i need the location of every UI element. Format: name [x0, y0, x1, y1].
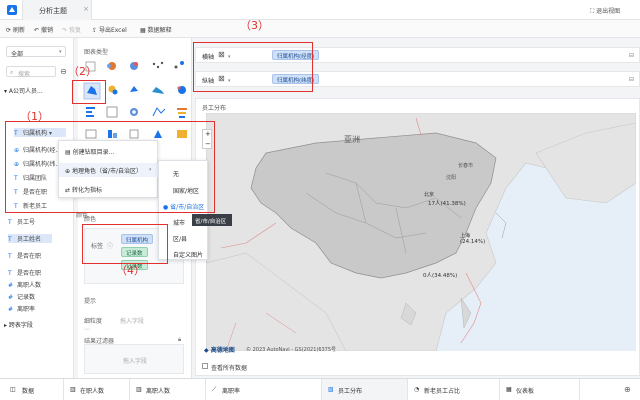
field-item-selected[interactable]: T 员工姓名 [8, 234, 52, 243]
map-icon: ▧ [328, 386, 334, 393]
field-item[interactable]: # 记录数 [8, 292, 35, 301]
map-provider-icon: ◆ [204, 347, 209, 354]
measure-type-icon: # [8, 282, 14, 289]
app-logo-icon [7, 5, 17, 15]
search-icon: ⌕ [10, 69, 14, 76]
view-all-data-label: 查看所有数据 [211, 365, 248, 372]
data-value-south: 0人(34.48%) [423, 273, 458, 279]
redo-button[interactable]: ↷ 恢复 [62, 25, 81, 34]
annotation-box-3 [193, 42, 313, 92]
field-item[interactable]: # 离职率 [8, 304, 35, 313]
annotation-box-4 [82, 224, 168, 264]
chart-title: 员工分布 [202, 105, 227, 112]
export-excel-button[interactable]: ⇪ 导出Excel [92, 25, 127, 34]
text-type-icon: T [8, 270, 12, 277]
title-bar: 分析主题 × ⛶ 退出视图 [0, 0, 640, 20]
close-icon[interactable]: × [83, 5, 89, 13]
city-label: 长春市 [458, 163, 474, 169]
continent-label: 亚洲 [344, 135, 360, 144]
chart-type-title: 图表类型 [84, 49, 109, 56]
data-label-shanghai: 上海 [460, 233, 471, 239]
database-icon: ◫ [10, 386, 16, 393]
tab-turnover-rate[interactable]: ⟋ 离职率 [206, 379, 322, 400]
data-label-beijing: 北京 [424, 192, 435, 198]
submenu-item[interactable]: 城市 [173, 218, 185, 227]
redo-icon: ↷ [62, 27, 69, 34]
undo-icon: ↶ [34, 27, 41, 34]
measure-type-icon: # [8, 294, 14, 301]
data-value-shanghai: (24.14%) [460, 239, 486, 245]
map-attribution-logo: ◆ 高德地图 [204, 347, 235, 354]
bar-chart-icon: ▥ [70, 386, 76, 393]
toolbar: ⟳ 刷新 ↶ 撤销 ↷ 恢复 ⇪ 导出Excel ▦ 数据解释 [0, 20, 640, 38]
detail-drop-zone[interactable]: 拖入字段 [120, 316, 144, 325]
annotation-label-2: （2） [68, 65, 97, 78]
data-explain-button[interactable]: ▦ 数据解释 [140, 25, 172, 34]
collapse-icon[interactable]: ⊖ [60, 67, 67, 76]
field-group-header[interactable]: ▾ A公司人员... [4, 86, 43, 95]
undo-button[interactable]: ↶ 撤销 [34, 25, 53, 34]
filter-lock-icon: 🔒︎ [178, 336, 182, 343]
refresh-button[interactable]: ⟳ 刷新 [6, 25, 25, 34]
detail-shelf-label: 细粒度 [84, 318, 103, 325]
tab-active-count[interactable]: ▥ 在职人数 [64, 379, 130, 400]
data-filter-select[interactable]: 全部 ▾ [6, 46, 66, 58]
sheet-tabs-bar: ◫ 数据 ▥ 在职人数 ▥ 离职人数 ⟋ 离职率 ▧ 员工分布 ◔ 新老员工占比 ▦ 仪表板 … [0, 378, 640, 400]
dashboard-icon: ▦ [506, 386, 512, 393]
chart-type-selected-marker [162, 106, 163, 107]
tab-data[interactable]: ◫ 数据 [0, 379, 64, 400]
add-sheet-icon[interactable]: ⊕ [624, 385, 631, 394]
tab-analysis-topic[interactable]: 分析主题 × [22, 0, 92, 20]
tab-left-count[interactable]: ▥ 离职人数 [130, 379, 206, 400]
map-canvas[interactable] [206, 113, 636, 351]
tab-dashboard[interactable]: ▦ 仪表板 [500, 379, 580, 400]
explain-icon: ▦ [140, 27, 148, 34]
exit-preview-button[interactable]: ⛶ 退出视图 [590, 6, 620, 16]
field-search-input[interactable]: ⌕ 搜索 [6, 66, 56, 78]
export-icon: ⇪ [92, 27, 99, 34]
divider-dots: ⋯ [84, 326, 90, 333]
result-filter-drop-zone[interactable]: 拖入字段 [84, 344, 184, 374]
field-item[interactable]: T 是否在职 [8, 251, 41, 260]
measure-type-icon: # [8, 306, 14, 313]
annotation-box-2 [72, 80, 106, 104]
line-chart-icon: ⟋ [212, 386, 217, 393]
tab-title: 分析主题 [39, 7, 67, 15]
annotation-label-1: （1） [20, 110, 49, 123]
tab-new-old-ratio[interactable]: ◔ 新老员工占比 [408, 379, 500, 400]
field-item[interactable]: T 员工号 [8, 217, 35, 226]
cross-table-field-group[interactable]: ▸ 跨表字段 [4, 320, 33, 329]
text-type-icon: T [8, 219, 12, 226]
lock-icon[interactable]: ⊟ [629, 76, 634, 83]
annotation-box-1 [5, 121, 215, 213]
annotation-label-4: （4） [116, 264, 145, 277]
map-copyright: © 2023 AutoNavi - GS(2021)6375号 [246, 347, 337, 353]
bar-chart-icon: ▥ [136, 386, 142, 393]
chart-area: 员工分布 亚洲 长春市 沈阳 北京 17人(41.38%) 上海 (24.14%… [195, 98, 640, 376]
city-label: 沈阳 [446, 175, 457, 181]
text-type-icon: T [8, 253, 12, 260]
field-item[interactable]: T 是否在职 [8, 268, 41, 277]
tab-employee-distribution[interactable]: ▧ 员工分布 [322, 379, 408, 400]
submenu-item[interactable]: 区/县 [173, 234, 187, 243]
pie-chart-icon: ◔ [414, 386, 420, 393]
data-value-beijing: 17人(41.38%) [428, 201, 466, 207]
view-all-data-checkbox[interactable] [202, 363, 208, 369]
field-item[interactable]: # 离职人数 [8, 280, 41, 289]
refresh-icon: ⟳ [6, 27, 13, 34]
submenu-item[interactable]: 自定义图片 [173, 250, 203, 259]
text-type-icon: T [8, 236, 12, 243]
annotation-label-3: （3） [240, 19, 269, 32]
chevron-down-icon: ▾ [59, 49, 62, 55]
tooltip-shelf-label: 提示 [84, 298, 97, 305]
hover-tooltip: 省/市/自治区 [192, 214, 232, 226]
lock-icon[interactable]: ⊟ [629, 52, 634, 59]
